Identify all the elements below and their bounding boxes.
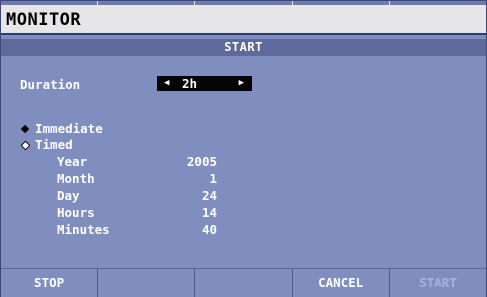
param-minutes[interactable]: Minutes 40 bbox=[57, 222, 217, 238]
radio-selected-icon bbox=[20, 124, 30, 134]
arrow-right-icon[interactable]: ▶ bbox=[239, 76, 244, 91]
param-month-value: 1 bbox=[209, 171, 217, 186]
param-day[interactable]: Day 24 bbox=[57, 188, 217, 204]
param-hours-label: Hours bbox=[57, 205, 95, 220]
radio-timed-label: Timed bbox=[35, 137, 73, 152]
param-month-label: Month bbox=[57, 171, 95, 186]
param-hours[interactable]: Hours 14 bbox=[57, 205, 217, 221]
window-title: MONITOR bbox=[1, 5, 486, 35]
param-year[interactable]: Year 2005 bbox=[57, 154, 217, 170]
softkey-bar: STOP CANCEL START bbox=[1, 268, 486, 297]
duration-value: 2h bbox=[182, 76, 198, 91]
param-month[interactable]: Month 1 bbox=[57, 171, 217, 187]
start-settings-panel: Duration ◀ 2h ▶ Immediate Timed Year 200… bbox=[1, 56, 486, 268]
param-day-value: 24 bbox=[201, 188, 217, 203]
param-year-value: 2005 bbox=[186, 154, 217, 169]
param-minutes-value: 40 bbox=[201, 222, 217, 237]
param-day-label: Day bbox=[57, 188, 80, 203]
cancel-button[interactable]: CANCEL bbox=[293, 269, 390, 297]
duration-selector[interactable]: ◀ 2h ▶ bbox=[157, 76, 252, 91]
monitor-window: MONITOR START Duration ◀ 2h ▶ Immediate … bbox=[0, 0, 487, 297]
radio-immediate-label: Immediate bbox=[35, 121, 103, 136]
start-button[interactable]: START bbox=[390, 269, 486, 297]
softkey-2-button[interactable] bbox=[98, 269, 196, 297]
param-year-label: Year bbox=[57, 154, 88, 169]
softkey-3-button[interactable] bbox=[195, 269, 293, 297]
radio-unselected-icon bbox=[20, 140, 31, 151]
param-hours-value: 14 bbox=[201, 205, 217, 220]
param-minutes-label: Minutes bbox=[57, 222, 110, 237]
arrow-left-icon[interactable]: ◀ bbox=[164, 76, 169, 91]
stop-button[interactable]: STOP bbox=[1, 269, 99, 297]
duration-label: Duration bbox=[20, 77, 81, 92]
section-title: START bbox=[1, 39, 486, 56]
